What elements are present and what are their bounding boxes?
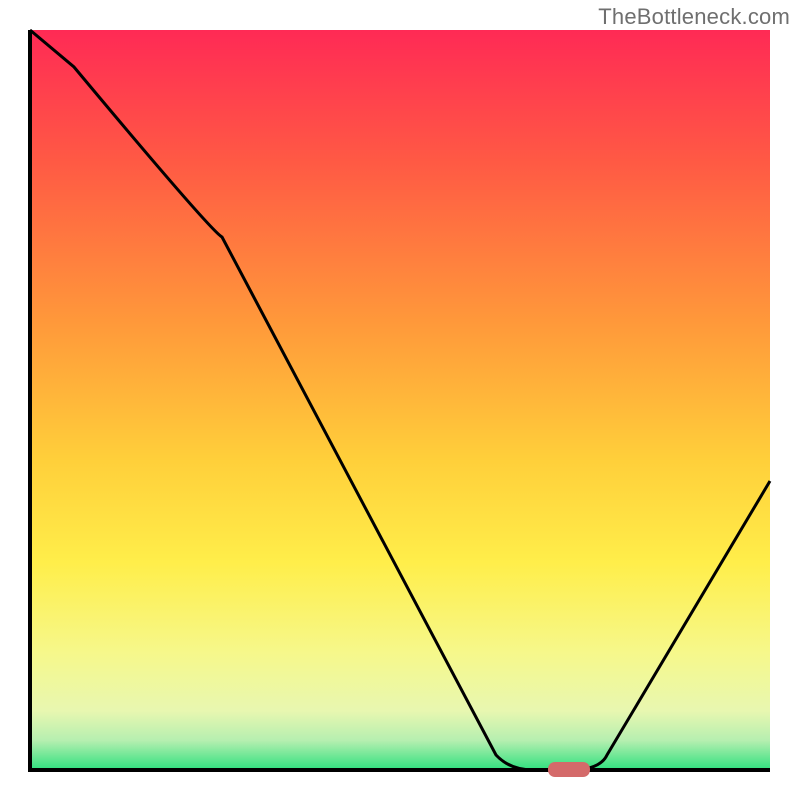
optimal-marker [548, 762, 590, 777]
plot-background [30, 30, 770, 770]
bottleneck-chart [0, 0, 800, 800]
watermark-text: TheBottleneck.com [598, 4, 790, 30]
chart-container: TheBottleneck.com [0, 0, 800, 800]
